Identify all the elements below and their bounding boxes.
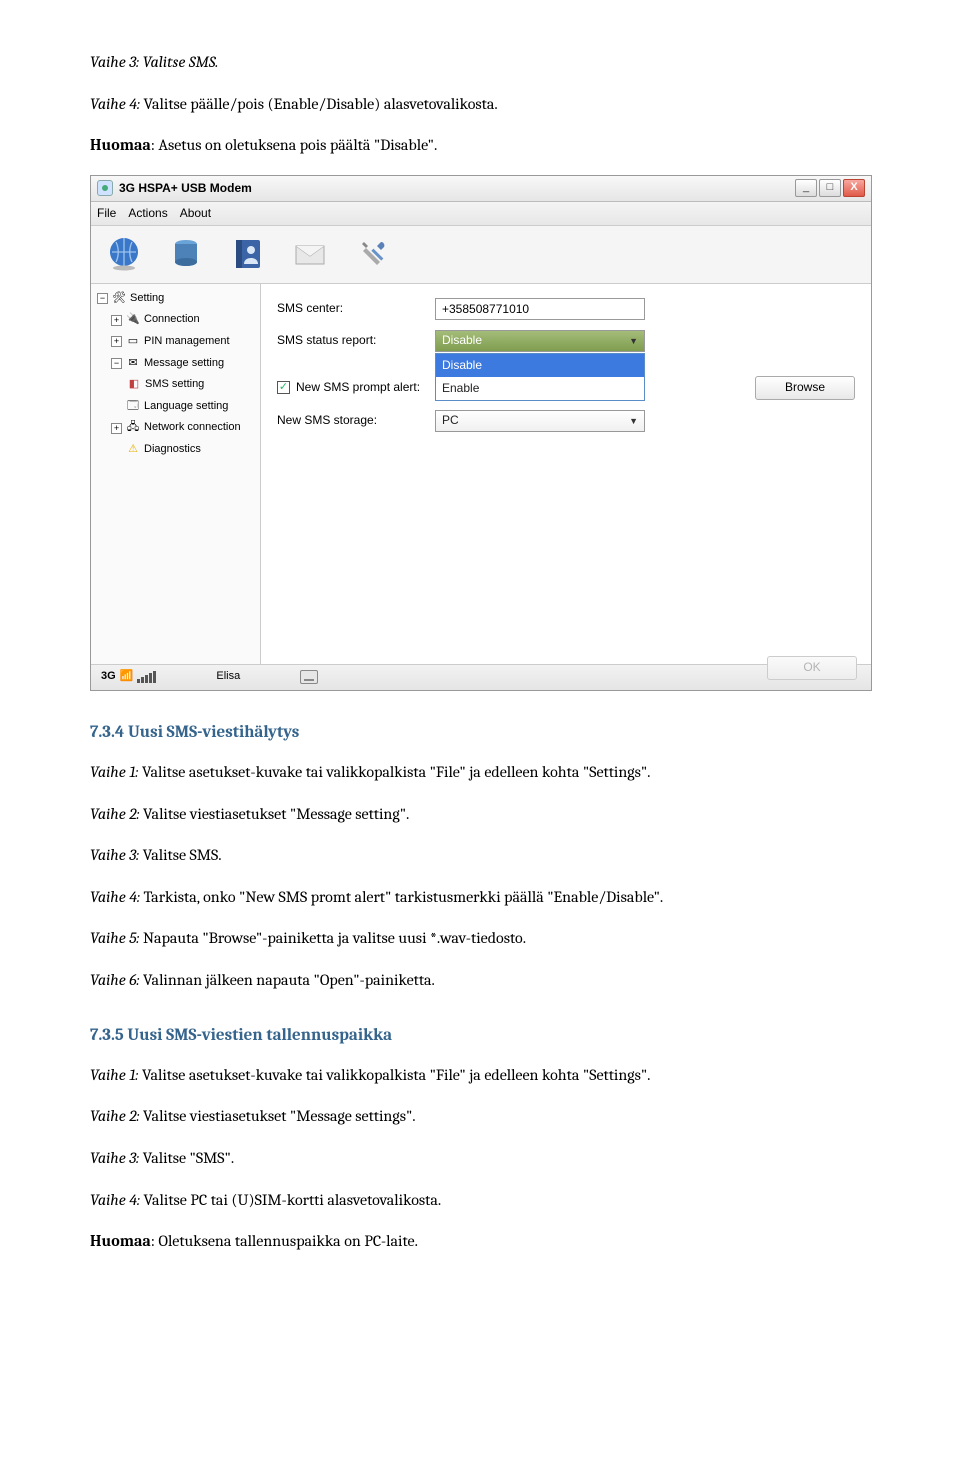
collapse-icon[interactable]: −	[111, 358, 122, 369]
network-icon: 🖧	[126, 421, 140, 435]
app-icon	[97, 180, 113, 196]
connection-icon: 🔌	[126, 313, 140, 327]
menubar: File Actions About	[91, 202, 871, 226]
tree-language[interactable]: 🗔 Language setting	[93, 396, 258, 418]
tree-diagnostics[interactable]: ⚠ Diagnostics	[93, 439, 258, 461]
s734-step4: Vaihe 4: Tarkista, onko "New SMS promt a…	[90, 885, 870, 911]
s734-step3: Vaihe 3: Valitse SMS.	[90, 843, 870, 869]
expand-icon[interactable]: +	[111, 336, 122, 347]
s735-step3: Vaihe 3: Valitse "SMS".	[90, 1146, 870, 1172]
tree-pin[interactable]: + ▭ PIN management	[93, 331, 258, 353]
menu-actions[interactable]: Actions	[128, 204, 167, 223]
step4-prefix: Vaihe 4:	[90, 95, 140, 113]
storage-select[interactable]: PC ▼	[435, 410, 645, 432]
s735-step4: Vaihe 4: Valitse PC tai (U)SIM-kortti al…	[90, 1188, 870, 1214]
storage-label: New SMS storage:	[277, 411, 427, 430]
note2-line: Huomaa: Oletuksena tallennuspaikka on PC…	[90, 1229, 870, 1255]
close-button[interactable]: X	[843, 179, 865, 197]
signal-indicator: 3G 📶	[101, 668, 156, 686]
tree-connection[interactable]: + 🔌 Connection	[93, 309, 258, 331]
step3-line: Vaihe 3: Valitse SMS.	[90, 50, 870, 76]
globe-icon[interactable]	[103, 233, 145, 275]
toolbar	[91, 226, 871, 284]
statusbar: 3G 📶 Elisa	[91, 664, 871, 690]
s734-step2: Vaihe 2: Valitse viestiasetukset "Messag…	[90, 802, 870, 828]
language-icon: 🗔	[126, 400, 140, 414]
s734-step6: Vaihe 6: Valinnan jälkeen napauta "Open"…	[90, 968, 870, 994]
contacts-icon[interactable]	[227, 233, 269, 275]
expand-icon[interactable]: +	[111, 315, 122, 326]
carrier-name: Elisa	[216, 668, 240, 686]
step3-text: Valitse SMS.	[139, 53, 218, 71]
diagnostics-icon: ⚠	[126, 443, 140, 457]
sms-center-input[interactable]	[435, 298, 645, 320]
alert-label: New SMS prompt alert:	[296, 378, 420, 397]
envelope-small-icon: ✉	[126, 356, 140, 370]
expand-icon[interactable]: +	[111, 423, 122, 434]
maximize-button[interactable]: □	[819, 179, 841, 197]
chevron-down-icon: ▼	[629, 334, 638, 348]
app-window: 3G HSPA+ USB Modem _ □ X File Actions Ab…	[90, 175, 872, 691]
database-icon[interactable]	[165, 233, 207, 275]
menu-file[interactable]: File	[97, 204, 116, 223]
status-report-select[interactable]: Disable ▼ Disable Enable	[435, 330, 645, 352]
browse-button[interactable]: Browse	[755, 376, 855, 400]
window-title: 3G HSPA+ USB Modem	[119, 179, 252, 198]
device-icon	[300, 670, 318, 684]
minimize-button[interactable]: _	[795, 179, 817, 197]
status-report-label: SMS status report:	[277, 331, 427, 350]
step3-prefix: Vaihe 3:	[90, 53, 139, 71]
s735-step1: Vaihe 1: Valitse asetukset-kuvake tai va…	[90, 1063, 870, 1089]
tools-small-icon: 🛠	[112, 292, 126, 306]
tree-sms-setting[interactable]: ◧ SMS setting	[93, 374, 258, 396]
tree-network[interactable]: + 🖧 Network connection	[93, 417, 258, 439]
note-prefix: Huomaa	[90, 136, 151, 154]
signal-tech: 3G	[101, 668, 116, 686]
chevron-down-icon: ▼	[629, 414, 638, 428]
titlebar: 3G HSPA+ USB Modem _ □ X	[91, 176, 871, 202]
section-734-heading: 7.3.4 Uusi SMS-viestihälytys	[90, 719, 870, 746]
settings-panel: SMS center: SMS status report: Disable ▼…	[261, 284, 871, 664]
card-icon: ▭	[126, 335, 140, 349]
section-735-heading: 7.3.5 Uusi SMS-viestien tallennuspaikka	[90, 1022, 870, 1049]
status-report-dropdown: Disable Enable	[435, 353, 645, 401]
s735-step2: Vaihe 2: Valitse viestiasetukset "Messag…	[90, 1104, 870, 1130]
s734-step5: Vaihe 5: Napauta "Browse"-painiketta ja …	[90, 926, 870, 952]
note-line: Huomaa: Asetus on oletuksena pois päältä…	[90, 133, 870, 159]
antenna-icon: 📶	[120, 668, 134, 686]
sms-center-label: SMS center:	[277, 299, 427, 318]
signal-bars-icon	[137, 671, 156, 683]
menu-about[interactable]: About	[180, 204, 211, 223]
dropdown-option-enable[interactable]: Enable	[436, 377, 644, 400]
tree-setting[interactable]: − 🛠 Setting	[93, 288, 258, 310]
collapse-icon[interactable]: −	[97, 293, 108, 304]
sms-icon: ◧	[127, 378, 141, 392]
ok-button[interactable]: OK	[767, 656, 857, 680]
note-text: : Asetus on oletuksena pois päältä "Disa…	[151, 136, 437, 154]
tools-icon[interactable]	[351, 233, 393, 275]
envelope-icon[interactable]	[289, 233, 331, 275]
storage-value: PC	[442, 411, 459, 430]
dropdown-option-disable[interactable]: Disable	[436, 354, 644, 377]
step4-text: Valitse päälle/pois (Enable/Disable) ala…	[140, 95, 498, 113]
status-report-value: Disable	[442, 331, 482, 350]
s734-step1: Vaihe 1: Valitse asetukset-kuvake tai va…	[90, 760, 870, 786]
step4-line: Vaihe 4: Valitse päälle/pois (Enable/Dis…	[90, 92, 870, 118]
sidebar-tree: − 🛠 Setting + 🔌 Connection + ▭ PIN manag…	[91, 284, 261, 664]
tree-message-setting[interactable]: − ✉ Message setting	[93, 353, 258, 375]
alert-checkbox[interactable]	[277, 381, 290, 394]
